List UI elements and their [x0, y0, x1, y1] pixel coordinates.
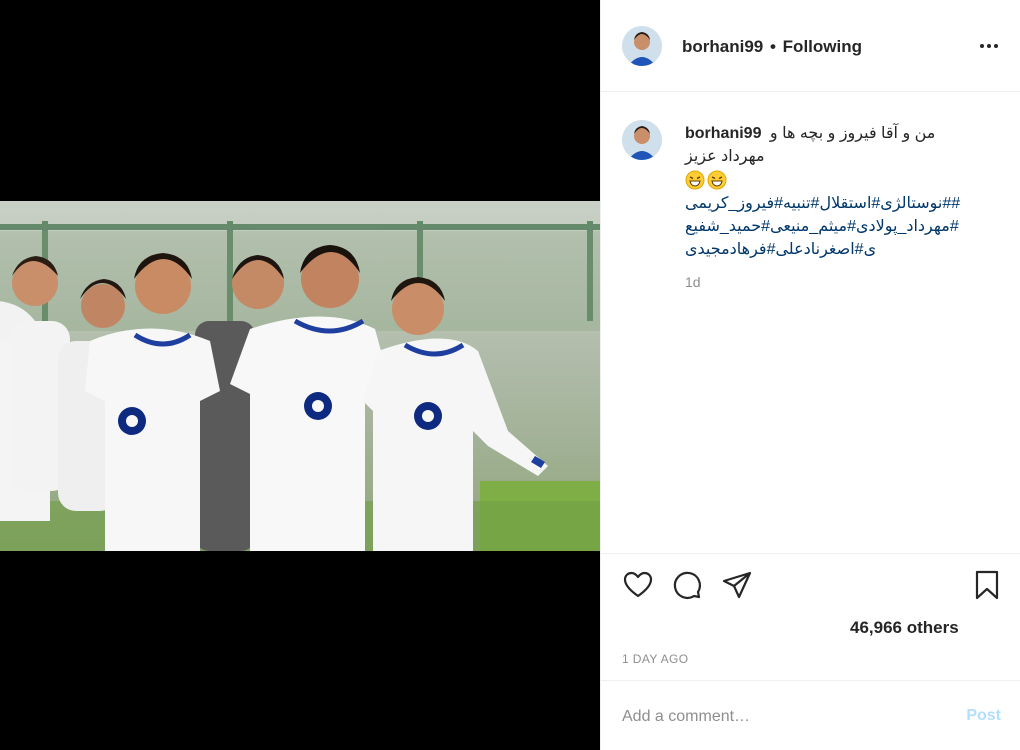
avatar[interactable] [622, 26, 662, 66]
bookmark-icon[interactable] [971, 569, 1003, 601]
caption-relative-time[interactable]: 1d [685, 274, 701, 290]
caption-username[interactable]: borhani99 [685, 125, 761, 142]
caption-section: borhani99 من و آقا فیروز و بچه ها و مهرد… [601, 92, 1020, 554]
caption-emoji-row [685, 170, 985, 190]
grinning-emoji-icon [707, 170, 727, 190]
speech-bubble-icon[interactable] [671, 569, 703, 601]
username-link[interactable]: borhani99 [682, 37, 763, 56]
post-media[interactable] [0, 0, 600, 750]
caption-text: borhani99 من و آقا فیروز و بچه ها و مهرد… [685, 122, 985, 261]
grinning-emoji-icon [685, 170, 705, 190]
caption-line-1: من و آقا فیروز و بچه ها و [769, 125, 936, 142]
post-header: borhani99 • Following [601, 0, 1020, 92]
header-username-row: borhani99 • Following [682, 37, 862, 57]
caption-avatar[interactable] [622, 120, 662, 160]
action-bar [601, 555, 1020, 617]
post-timestamp[interactable]: 1 DAY AGO [622, 652, 689, 666]
more-options-icon[interactable] [977, 36, 1001, 56]
heart-icon[interactable] [622, 569, 654, 601]
hashtag-line[interactable]: #مهرداد_پولادی#میثم_منیعی#حمید_شفیع [685, 215, 985, 238]
post-photo [0, 201, 600, 551]
comment-form: Post [601, 680, 1020, 750]
paper-plane-icon[interactable] [721, 569, 753, 601]
hashtag-line[interactable]: ##نوستالژی#استقلال#تنبیه#فیروز_کریمی [685, 192, 985, 215]
separator-dot: • [769, 37, 776, 56]
comment-input[interactable] [622, 705, 942, 729]
caption-line-2: مهرداد عزیز [685, 148, 765, 165]
follow-status-button[interactable]: Following [783, 37, 862, 56]
likes-count[interactable]: 46,966 others [850, 618, 959, 638]
post-comment-button[interactable]: Post [966, 707, 1001, 725]
hashtag-line[interactable]: ی#اصغرنادعلی#فرهادمجیدی [685, 238, 985, 261]
post-sidebar: borhani99 • Following borhani99 من و آقا… [600, 0, 1020, 750]
